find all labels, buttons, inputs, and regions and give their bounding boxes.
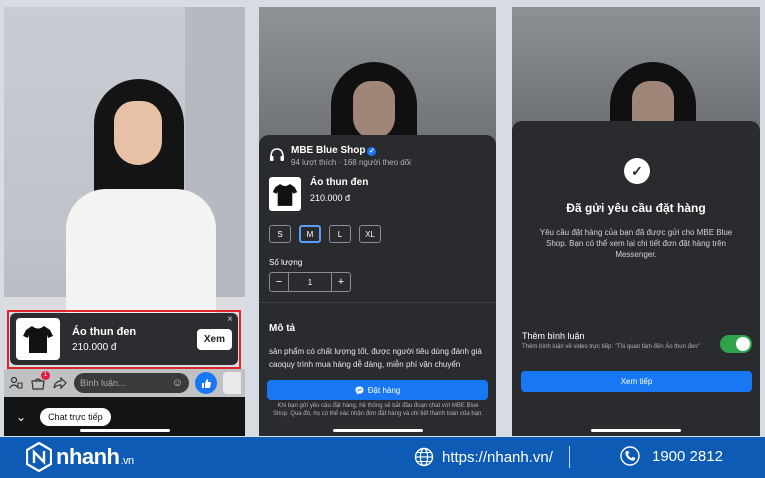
tshirt-thumbnail <box>269 177 301 211</box>
brand-suffix: .vn <box>120 455 135 467</box>
size-option-m[interactable]: M <box>299 225 321 243</box>
presenter-image <box>66 79 216 319</box>
live-chat-button[interactable]: Chat trực tiếp <box>40 407 111 426</box>
like-icon[interactable] <box>195 372 217 394</box>
hotline-number[interactable]: 1900 2812 <box>652 448 723 465</box>
verified-icon: ✓ <box>367 147 377 156</box>
quantity-value[interactable]: 1 <box>288 273 332 291</box>
confirmation-sheet: ✓ Đã gửi yêu cầu đặt hàng Yêu cầu đặt hà… <box>512 121 760 436</box>
brand-logo: nhanh.vn <box>26 442 134 472</box>
order-confirmation-screen: ✓ Đã gửi yêu cầu đặt hàng Yêu cầu đặt hà… <box>512 7 760 436</box>
people-icon[interactable] <box>8 375 24 391</box>
place-order-label: Đặt hàng <box>367 385 401 395</box>
brand-footer: nhanh.vn https://nhanh.vn/ 1900 2812 <box>0 437 765 478</box>
website-info: https://nhanh.vn/ <box>414 446 570 468</box>
increment-button[interactable]: + <box>332 273 350 291</box>
messenger-icon <box>355 385 364 395</box>
continue-button[interactable]: Xem tiếp <box>521 371 752 392</box>
chevron-down-icon[interactable]: ⌄ <box>16 410 26 424</box>
home-indicator <box>79 429 170 432</box>
shop-name[interactable]: MBE Blue Shop <box>291 145 365 156</box>
decrement-button[interactable]: − <box>270 273 288 291</box>
livestream-screen: Áo thun đen 210.000 đ Xem × 1 Bình luận.… <box>4 7 245 436</box>
confirmation-title: Đã gửi yêu cầu đặt hàng <box>566 201 706 215</box>
website-link[interactable]: https://nhanh.vn/ <box>442 449 553 466</box>
add-comment-title: Thêm bình luận <box>522 331 585 341</box>
home-indicator <box>332 429 423 432</box>
livestream-video <box>259 7 496 182</box>
order-disclaimer: Khi bạn gửi yêu cầu đặt hàng, hệ thống s… <box>272 403 484 417</box>
place-order-button[interactable]: Đặt hàng <box>267 380 488 400</box>
livestream-video <box>512 7 760 182</box>
brand-name: nhanh <box>56 444 120 469</box>
headset-icon <box>269 147 285 166</box>
divider <box>259 302 496 303</box>
phone-icon <box>620 446 640 466</box>
size-selector: S M L XL <box>269 225 381 243</box>
live-action-bar: 1 Bình luận... ☺ <box>4 369 245 397</box>
shop-icon[interactable]: 1 <box>30 371 50 391</box>
reaction-panel[interactable] <box>223 372 241 394</box>
size-option-xl[interactable]: XL <box>359 225 381 243</box>
add-comment-description: Thêm bình luận về video trực tiếp: "Tôi … <box>522 344 700 350</box>
size-option-l[interactable]: L <box>329 225 351 243</box>
comment-placeholder: Bình luận... <box>80 378 126 388</box>
shop-header: MBE Blue Shop ✓ 94 lượt thích · 168 người… <box>269 145 411 167</box>
logo-mark-icon <box>26 442 52 472</box>
product-name: Áo thun đen <box>310 177 369 188</box>
check-icon: ✓ <box>624 158 650 184</box>
notification-badge: 1 <box>41 371 50 380</box>
share-icon[interactable] <box>52 375 68 391</box>
toggle-knob <box>736 337 750 351</box>
shop-meta: 94 lượt thích · 168 người theo dõi <box>291 158 411 167</box>
size-option-s[interactable]: S <box>269 225 291 243</box>
description-title: Mô tả <box>269 323 296 334</box>
confirmation-message: Yêu cầu đặt hàng của bạn đã được gửi cho… <box>539 228 733 259</box>
add-comment-toggle[interactable] <box>720 335 752 353</box>
home-indicator <box>591 429 681 432</box>
order-sheet: MBE Blue Shop ✓ 94 lượt thích · 168 người… <box>259 135 496 436</box>
comment-input[interactable]: Bình luận... ☺ <box>74 373 189 393</box>
quantity-stepper: − 1 + <box>269 272 351 292</box>
highlight-frame <box>7 310 241 369</box>
product-summary: Áo thun đen 210.000 đ <box>269 177 368 211</box>
emoji-icon[interactable]: ☺ <box>172 377 183 389</box>
bottom-bar: ⌄ Chat trực tiếp <box>4 397 245 436</box>
globe-icon <box>414 447 434 467</box>
product-price: 210.000 đ <box>310 193 351 203</box>
hotline-info: 1900 2812 <box>620 446 723 466</box>
description-text: sản phẩm có chất lượng tốt, được người t… <box>269 347 482 369</box>
order-form-screen: MBE Blue Shop ✓ 94 lượt thích · 168 người… <box>259 7 496 436</box>
quantity-label: Số lượng <box>269 258 303 267</box>
